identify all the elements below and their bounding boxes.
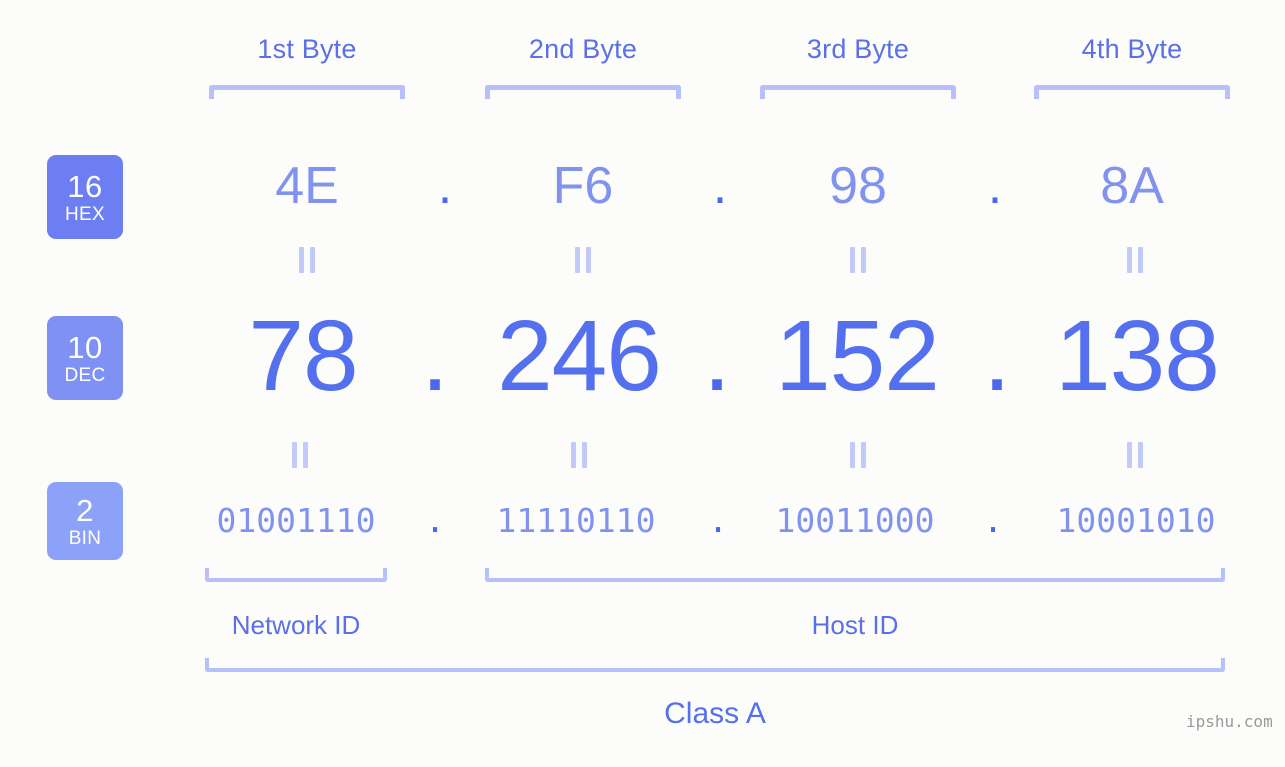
radix-badge-dec-number: 10 (67, 329, 103, 365)
equals-icon-dec-bin-1 (289, 442, 311, 468)
bin-separator-3: . (983, 501, 1003, 540)
hex-octet-1: 4E (275, 157, 339, 215)
bin-octet-1: 01001110 (216, 501, 376, 540)
radix-badge-bin-system: BIN (68, 527, 102, 549)
radix-badge-hex: 16 HEX (47, 155, 123, 239)
equals-icon-dec-bin-2 (568, 442, 590, 468)
dec-separator-1: . (421, 300, 449, 412)
byte-header-2: 2nd Byte (528, 34, 638, 64)
radix-badge-hex-system: HEX (65, 203, 105, 225)
bin-separator-2: . (708, 501, 728, 540)
dec-octet-2: 246 (497, 300, 662, 412)
network-id-bracket (205, 568, 387, 582)
bin-separator-1: . (425, 501, 445, 540)
byte-bracket-1 (209, 85, 405, 99)
hex-separator-2: . (712, 157, 728, 215)
host-id-bracket (485, 568, 1225, 582)
radix-badge-dec: 10 DEC (47, 316, 123, 400)
byte-bracket-2 (485, 85, 681, 99)
byte-header-1: 1st Byte (257, 34, 357, 64)
class-label: Class A (664, 697, 766, 730)
radix-badge-dec-system: DEC (64, 364, 106, 386)
byte-header-3: 3rd Byte (806, 34, 910, 64)
host-id-label: Host ID (811, 610, 899, 640)
hex-octet-3: 98 (829, 157, 887, 215)
byte-header-4: 4th Byte (1081, 34, 1183, 64)
equals-icon-hex-dec-4 (1124, 247, 1146, 273)
bin-octet-3: 10011000 (775, 501, 935, 540)
radix-badge-hex-number: 16 (67, 168, 103, 204)
hex-octet-4: 8A (1100, 157, 1164, 215)
dec-octet-3: 152 (775, 300, 940, 412)
class-bracket (205, 658, 1225, 672)
hex-separator-1: . (437, 157, 453, 215)
radix-badge-bin: 2 BIN (47, 482, 123, 560)
ip-address-diagram: 1st Byte 2nd Byte 3rd Byte 4th Byte 16 H… (0, 0, 1285, 767)
dec-octet-4: 138 (1055, 300, 1220, 412)
bin-octet-4: 10001010 (1056, 501, 1216, 540)
equals-icon-hex-dec-2 (572, 247, 594, 273)
site-watermark: ipshu.com (1186, 712, 1273, 731)
hex-octet-2: F6 (552, 157, 614, 215)
bin-octet-2: 11110110 (496, 501, 656, 540)
equals-icon-dec-bin-3 (847, 442, 869, 468)
radix-badge-bin-number: 2 (76, 492, 94, 528)
dec-octet-1: 78 (248, 300, 358, 412)
equals-icon-hex-dec-1 (296, 247, 318, 273)
byte-bracket-4 (1034, 85, 1230, 99)
hex-separator-3: . (987, 157, 1003, 215)
network-id-label: Network ID (231, 610, 361, 640)
byte-bracket-3 (760, 85, 956, 99)
equals-icon-hex-dec-3 (847, 247, 869, 273)
equals-icon-dec-bin-4 (1124, 442, 1146, 468)
